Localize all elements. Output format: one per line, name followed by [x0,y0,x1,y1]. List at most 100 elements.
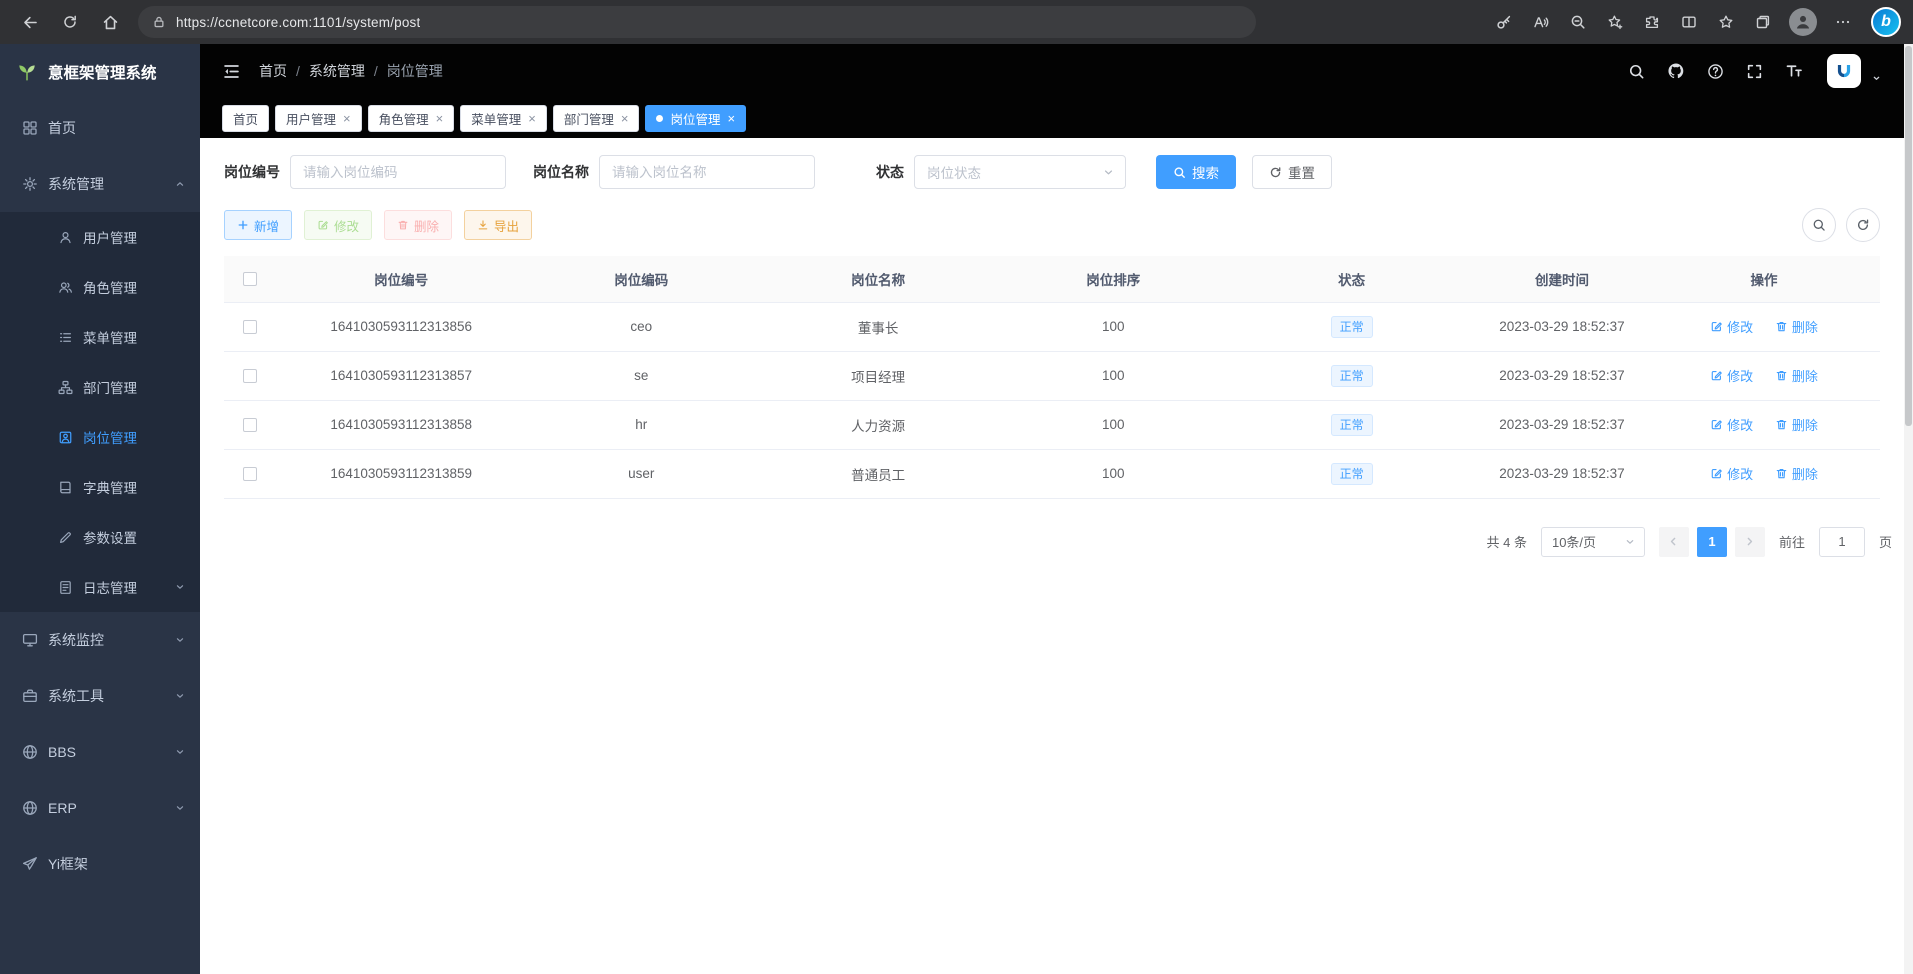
url-text[interactable]: https://ccnetcore.com:1101/system/post [176,15,420,30]
sidebar-item-erp[interactable]: ERP [0,780,200,836]
browser-menu-button[interactable] [1826,5,1860,39]
scrollbar-thumb[interactable] [1905,46,1912,426]
row-checkbox[interactable] [243,320,257,334]
browser-back-button[interactable] [12,4,48,40]
sidebar-item-yi-framework[interactable]: Yi框架 [0,836,200,892]
reset-button[interactable]: 重置 [1252,155,1332,189]
breadcrumb-current: 岗位管理 [387,61,443,81]
sidebar-item-users[interactable]: 用户管理 [0,212,200,262]
extensions-button[interactable] [1635,5,1669,39]
row-edit-link[interactable]: 修改 [1710,415,1753,434]
tab-close-icon[interactable]: × [727,112,735,125]
collections-button[interactable] [1746,5,1780,39]
page-scrollbar[interactable] [1904,44,1913,974]
tab-menu-management[interactable]: 菜单管理 × [460,105,547,132]
trash-icon [1775,418,1788,431]
sidebar-item-monitor[interactable]: 系统监控 [0,612,200,668]
favorites-button[interactable] [1709,5,1743,39]
breadcrumb-system[interactable]: 系统管理 [309,61,365,81]
table-row[interactable]: 1641030593112313859 user 普通员工 100 正常 202… [224,449,1880,498]
zoom-button[interactable] [1561,5,1595,39]
tab-close-icon[interactable]: × [528,112,536,125]
row-delete-link[interactable]: 删除 [1775,464,1818,483]
help-button[interactable] [1707,63,1724,80]
table-row[interactable]: 1641030593112313858 hr 人力资源 100 正常 2023-… [224,400,1880,449]
row-edit-link[interactable]: 修改 [1710,317,1753,336]
user-avatar[interactable] [1827,54,1861,88]
sidebar-item-tools[interactable]: 系统工具 [0,668,200,724]
page-size-select[interactable]: 10条/页 [1541,527,1645,557]
sidebar-item-posts[interactable]: 岗位管理 [0,412,200,462]
chevron-down-icon [174,690,186,702]
post-code-input[interactable] [290,155,506,189]
page-number-button[interactable]: 1 [1697,527,1727,557]
table-row[interactable]: 1641030593112313857 se 项目经理 100 正常 2023-… [224,351,1880,400]
tab-close-icon[interactable]: × [436,112,444,125]
read-aloud-button[interactable] [1524,5,1558,39]
pagination: 共 4 条 10条/页 1 前往 页 [224,527,1892,557]
row-edit-link[interactable]: 修改 [1710,366,1753,385]
show-search-toggle-button[interactable] [1802,208,1836,242]
tab-department-management[interactable]: 部门管理 × [553,105,640,132]
tab-role-management[interactable]: 角色管理 × [368,105,455,132]
table-row[interactable]: 1641030593112313856 ceo 董事长 100 正常 2023-… [224,302,1880,351]
post-name-input[interactable] [599,155,815,189]
browser-refresh-button[interactable] [52,4,88,40]
font-size-button[interactable] [1785,62,1803,80]
row-checkbox[interactable] [243,467,257,481]
sidebar-item-home[interactable]: 首页 [0,100,200,156]
sidebar-item-menus[interactable]: 菜单管理 [0,312,200,362]
row-checkbox[interactable] [243,369,257,383]
breadcrumb-home[interactable]: 首页 [259,61,287,81]
row-delete-link[interactable]: 删除 [1775,366,1818,385]
browser-profile-button[interactable] [1789,8,1817,36]
goto-page-input[interactable] [1819,527,1865,557]
sidebar-item-logs[interactable]: 日志管理 [0,562,200,612]
passwords-button[interactable] [1487,5,1521,39]
search-button[interactable]: 搜索 [1156,155,1236,189]
fullscreen-button[interactable] [1746,63,1763,80]
split-screen-button[interactable] [1672,5,1706,39]
address-bar[interactable]: https://ccnetcore.com:1101/system/post [138,6,1256,38]
add-button[interactable]: 新增 [224,210,292,240]
pager: 1 [1659,527,1765,557]
tab-close-icon[interactable]: × [343,112,351,125]
row-edit-link[interactable]: 修改 [1710,464,1753,483]
sidebar-item-bbs[interactable]: BBS [0,724,200,780]
status-select[interactable]: 岗位状态 [914,155,1126,189]
export-button[interactable]: 导出 [464,210,532,240]
user-menu-caret-icon[interactable] [1871,73,1882,84]
status-select-placeholder: 岗位状态 [927,162,981,182]
select-all-checkbox[interactable] [243,272,257,286]
add-favorite-button[interactable] [1598,5,1632,39]
sidebar-item-label: 用户管理 [83,227,137,247]
row-delete-link[interactable]: 删除 [1775,415,1818,434]
sidebar-item-dictionary[interactable]: 字典管理 [0,462,200,512]
github-button[interactable] [1667,62,1685,80]
row-delete-link[interactable]: 删除 [1775,317,1818,336]
app-logo[interactable]: 意框架管理系统 [0,44,200,100]
site-lock-icon[interactable] [152,15,166,29]
sidebar-item-roles[interactable]: 角色管理 [0,262,200,312]
sidebar-item-parameters[interactable]: 参数设置 [0,512,200,562]
prev-page-button[interactable] [1659,527,1689,557]
tab-label: 首页 [233,109,258,128]
tab-home[interactable]: 首页 [222,105,269,132]
delete-button[interactable]: 删除 [384,210,452,240]
chevron-up-icon [174,178,186,190]
next-page-button[interactable] [1735,527,1765,557]
tab-post-management[interactable]: 岗位管理 × [645,105,746,132]
tab-user-management[interactable]: 用户管理 × [275,105,362,132]
row-checkbox[interactable] [243,418,257,432]
edit-button[interactable]: 修改 [304,210,372,240]
browser-home-button[interactable] [92,4,128,40]
cell-created: 2023-03-29 18:52:37 [1476,449,1648,498]
tab-close-icon[interactable]: × [621,112,629,125]
refresh-table-button[interactable] [1846,208,1880,242]
header-search-button[interactable] [1628,63,1645,80]
sidebar-item-label: Yi框架 [48,854,88,874]
sidebar-toggle-button[interactable] [222,62,241,81]
sidebar-item-departments[interactable]: 部门管理 [0,362,200,412]
sidebar-item-system[interactable]: 系统管理 [0,156,200,212]
bing-copilot-button[interactable]: b [1871,7,1901,37]
